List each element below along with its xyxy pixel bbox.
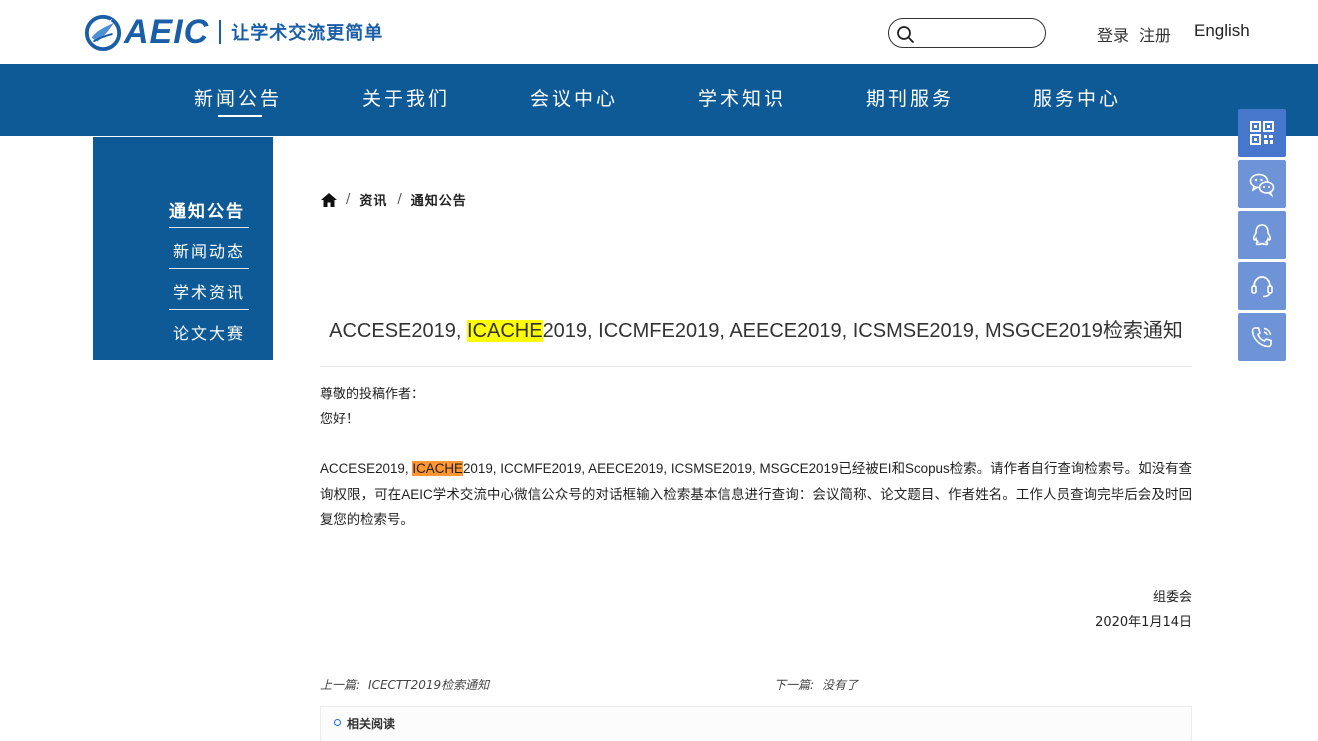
main-nav: 新闻公告 关于我们 会议中心 学术知识 期刊服务 服务中心 (0, 64, 1318, 136)
prev-article-label: 上一篇: (320, 678, 361, 692)
nav-item-academic[interactable]: 学术知识 (698, 84, 786, 111)
greeting-hello: 您好！ (320, 412, 360, 427)
customer-service-button[interactable] (1238, 262, 1286, 310)
article-body-prefix: ACCESE2019, (320, 461, 413, 476)
customer-service-icon (1251, 276, 1273, 298)
login-link[interactable]: 登录 (1097, 22, 1129, 46)
signature: 组委会 (1152, 590, 1192, 605)
sidebar-item-news[interactable]: 新闻动态 (173, 238, 245, 262)
register-link[interactable]: 注册 (1139, 22, 1171, 46)
greeting-salutation: 尊敬的投稿作者： (320, 387, 425, 402)
prev-article: 上一篇: ICECTT2019检索通知 (320, 676, 489, 693)
breadcrumb-item-notices[interactable]: 通知公告 (411, 190, 467, 209)
qq-icon (1252, 224, 1272, 246)
nav-active-indicator (218, 115, 262, 117)
search-box[interactable] (888, 18, 1046, 48)
title-divider (320, 366, 1192, 367)
next-article-label: 下一篇: (774, 678, 815, 692)
qr-code-icon (1250, 121, 1274, 145)
search-input[interactable] (919, 23, 1037, 43)
breadcrumb-separator: / (397, 192, 403, 207)
qr-code-button[interactable] (1238, 109, 1286, 157)
related-reading-title: 相关阅读 (347, 717, 396, 731)
sidebar-divider (169, 309, 249, 310)
article-title-highlight: ICACHE (466, 320, 543, 342)
sidebar-item-paper-contest[interactable]: 论文大赛 (173, 320, 245, 344)
nav-item-about[interactable]: 关于我们 (362, 84, 450, 111)
logo-bird-icon (84, 13, 122, 51)
wechat-button[interactable] (1238, 160, 1286, 208)
breadcrumb-separator: / (346, 192, 352, 207)
breadcrumb-item-news[interactable]: 资讯 (359, 190, 387, 209)
article-title-suffix: 2019, ICCMFE2019, AEECE2019, ICSMSE2019,… (542, 320, 1183, 342)
sidebar-divider (169, 268, 249, 269)
sidebar: 通知公告 新闻动态 学术资讯 论文大赛 (93, 137, 273, 360)
phone-icon (1251, 327, 1272, 348)
logo-separator (219, 20, 222, 44)
article-body: ACCESE2019, ICACHE2019, ICCMFE2019, AEEC… (320, 456, 1192, 533)
sidebar-item-academic-news[interactable]: 学术资讯 (173, 279, 245, 303)
next-article: 下一篇: 没有了 (774, 676, 858, 693)
related-reading-panel: 相关阅读 (320, 706, 1192, 741)
nav-item-journal[interactable]: 期刊服务 (866, 84, 954, 111)
nav-item-service[interactable]: 服务中心 (1033, 84, 1121, 111)
next-article-link: 没有了 (822, 678, 859, 692)
logo-text: AEIC (124, 13, 210, 51)
phone-button[interactable] (1238, 313, 1286, 361)
logo-slogan: 让学术交流更简单 (231, 23, 384, 44)
sidebar-title[interactable]: 通知公告 (169, 197, 245, 222)
article-title: ACCESE2019, ICACHE2019, ICCMFE2019, AEEC… (320, 314, 1192, 343)
language-switch-link[interactable]: English (1194, 21, 1250, 41)
article-title-prefix: ACCESE2019, (329, 320, 467, 342)
breadcrumb: / 资讯 / 通知公告 (320, 190, 477, 209)
top-bar: AEIC 让学术交流更简单 登录 注册 English (0, 0, 1318, 64)
nav-item-conference[interactable]: 会议中心 (530, 84, 618, 111)
site-logo[interactable]: AEIC 让学术交流更简单 (84, 12, 383, 52)
qq-button[interactable] (1238, 211, 1286, 259)
nav-item-news[interactable]: 新闻公告 (194, 84, 282, 111)
auth-links: 登录 注册 (1097, 22, 1171, 46)
sidebar-divider (169, 227, 249, 228)
bullet-icon (334, 719, 341, 726)
prev-article-link[interactable]: ICECTT2019检索通知 (368, 678, 489, 692)
home-icon[interactable] (320, 192, 338, 208)
article-body-highlight: ICACHE (412, 461, 463, 476)
search-icon[interactable] (895, 24, 915, 44)
publish-date: 2020年1月14日 (1095, 615, 1192, 630)
wechat-icon (1249, 173, 1275, 198)
